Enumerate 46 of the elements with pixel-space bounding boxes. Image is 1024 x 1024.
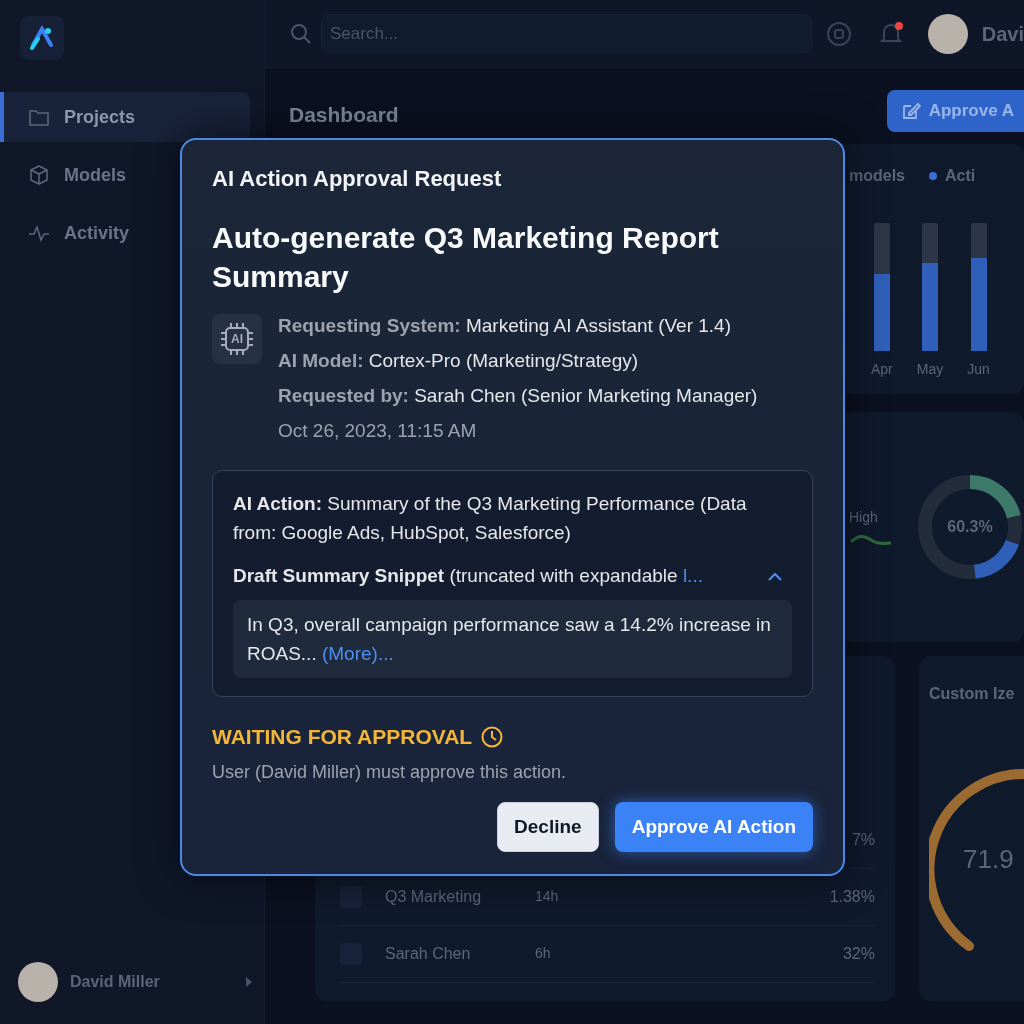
search-field[interactable]: Search... <box>321 13 812 54</box>
approve-button[interactable]: Approve A <box>886 90 1024 132</box>
detail-line: AI Model: Cortex-Pro (Marketing/Strategy) <box>278 349 640 374</box>
row-name: Q3 Marketing <box>385 886 483 907</box>
legend-label: High <box>849 508 879 527</box>
avatar <box>927 13 968 54</box>
chip-label: AI <box>231 333 243 346</box>
snippet-text: In Q3, overall campaign performance saw a 14.2% increase in ROAS... (More)... <box>233 600 792 679</box>
axis-label: May <box>916 359 944 379</box>
logo-icon <box>20 16 64 60</box>
trend-line <box>849 532 893 546</box>
status-message: User (David Miller) must approve this action. <box>212 760 568 784</box>
row-time: 14h <box>535 887 560 906</box>
axis-label: Apr <box>871 359 893 379</box>
sidebar-item[interactable]: Projects <box>0 92 250 142</box>
row-value: 7% <box>851 829 875 850</box>
legend-label: models <box>849 165 905 186</box>
dialog-header: AI Action Approval Request <box>212 166 503 193</box>
axis-label: Jun <box>967 359 990 379</box>
row-time: 6h <box>535 944 552 963</box>
gauge-value: 71.9 <box>963 842 1014 876</box>
snippet-heading: Draft Summary Snippet (truncated with expandable l... <box>233 564 703 589</box>
more-link[interactable]: (More)... <box>321 643 394 665</box>
user-name: Davi <box>981 21 1024 47</box>
timestamp: Oct 26, 2023, 11:15 AM <box>278 419 478 444</box>
legend-dot <box>929 171 937 180</box>
row-name: Sarah Chen <box>385 943 472 964</box>
decline-button[interactable]: Decline <box>497 801 599 852</box>
approve-button[interactable]: Approve AI Action <box>614 801 813 852</box>
edit-icon <box>900 100 921 121</box>
detail-line: Requested by: Sarah Chen (Senior Marketing Manager) <box>278 384 758 409</box>
card-title: Custom Ize <box>929 683 1015 704</box>
cube-icon <box>28 164 50 186</box>
status-label: WAITING FOR APPROVAL <box>212 724 473 751</box>
row-value: 1.38% <box>829 886 875 907</box>
legend-label: Acti <box>945 165 976 186</box>
action-text: AI Action: Summary of the Q3 Marketing Performance (Data from: Google Ads, HubSpot, Salesforce) <box>233 492 748 546</box>
row-value: 32% <box>842 943 875 964</box>
search-icon <box>289 21 313 46</box>
donut-value: 60.3% <box>947 516 993 537</box>
dialog-title: Auto-generate Q3 Marketing Report Summary <box>212 220 720 296</box>
clock-icon <box>480 725 505 750</box>
page-title: Dashboard <box>289 102 399 128</box>
user-name: David Miller <box>70 972 161 992</box>
avatar <box>18 962 58 1002</box>
detail-line: Requesting System: Marketing AI Assistant (Ver 1.4) <box>278 314 732 339</box>
